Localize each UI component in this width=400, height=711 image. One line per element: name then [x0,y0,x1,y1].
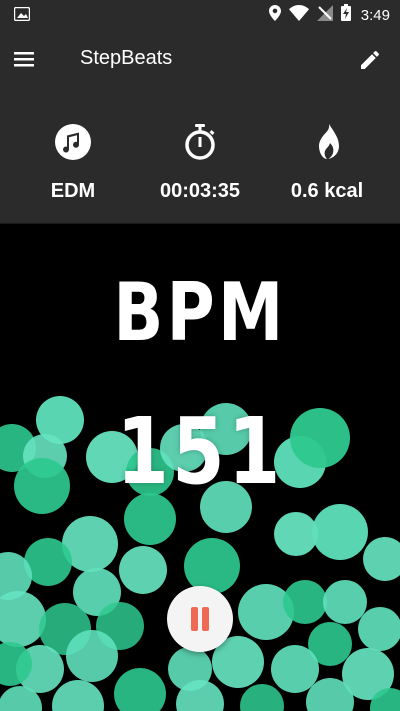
tempo-display: BPM 151 [0,224,400,711]
battery-charging-icon [340,4,351,26]
hamburger-menu-icon [14,52,36,78]
duration-value: 00:03:35 [159,180,241,202]
workout-stats: EDM 00:03:35 0.6 kcal [0,92,400,224]
calories-value: 0.6 kcal [290,180,364,202]
stopwatch-icon [135,122,265,162]
pause-button[interactable] [167,586,233,652]
wifi-icon [288,4,309,26]
no-signal-icon [316,4,333,26]
bpm-label: BPM [113,266,287,359]
pencil-icon [358,50,382,78]
bpm-value: 151 [116,398,284,505]
flame-icon [262,122,392,162]
menu-button[interactable] [14,46,48,74]
status-bar: 3:49 [0,0,400,28]
music-note-icon [8,122,138,162]
edit-button[interactable] [358,46,386,74]
image-notification-icon [13,6,31,26]
app-bar: StepBeats [0,28,400,92]
genre-value: EDM [50,180,96,202]
app-title: StepBeats [80,47,173,69]
calories-stat: 0.6 kcal [262,122,392,203]
status-time: 3:49 [360,6,390,24]
location-icon [268,4,281,26]
duration-stat: 00:03:35 [135,122,265,203]
genre-stat[interactable]: EDM [8,122,138,203]
